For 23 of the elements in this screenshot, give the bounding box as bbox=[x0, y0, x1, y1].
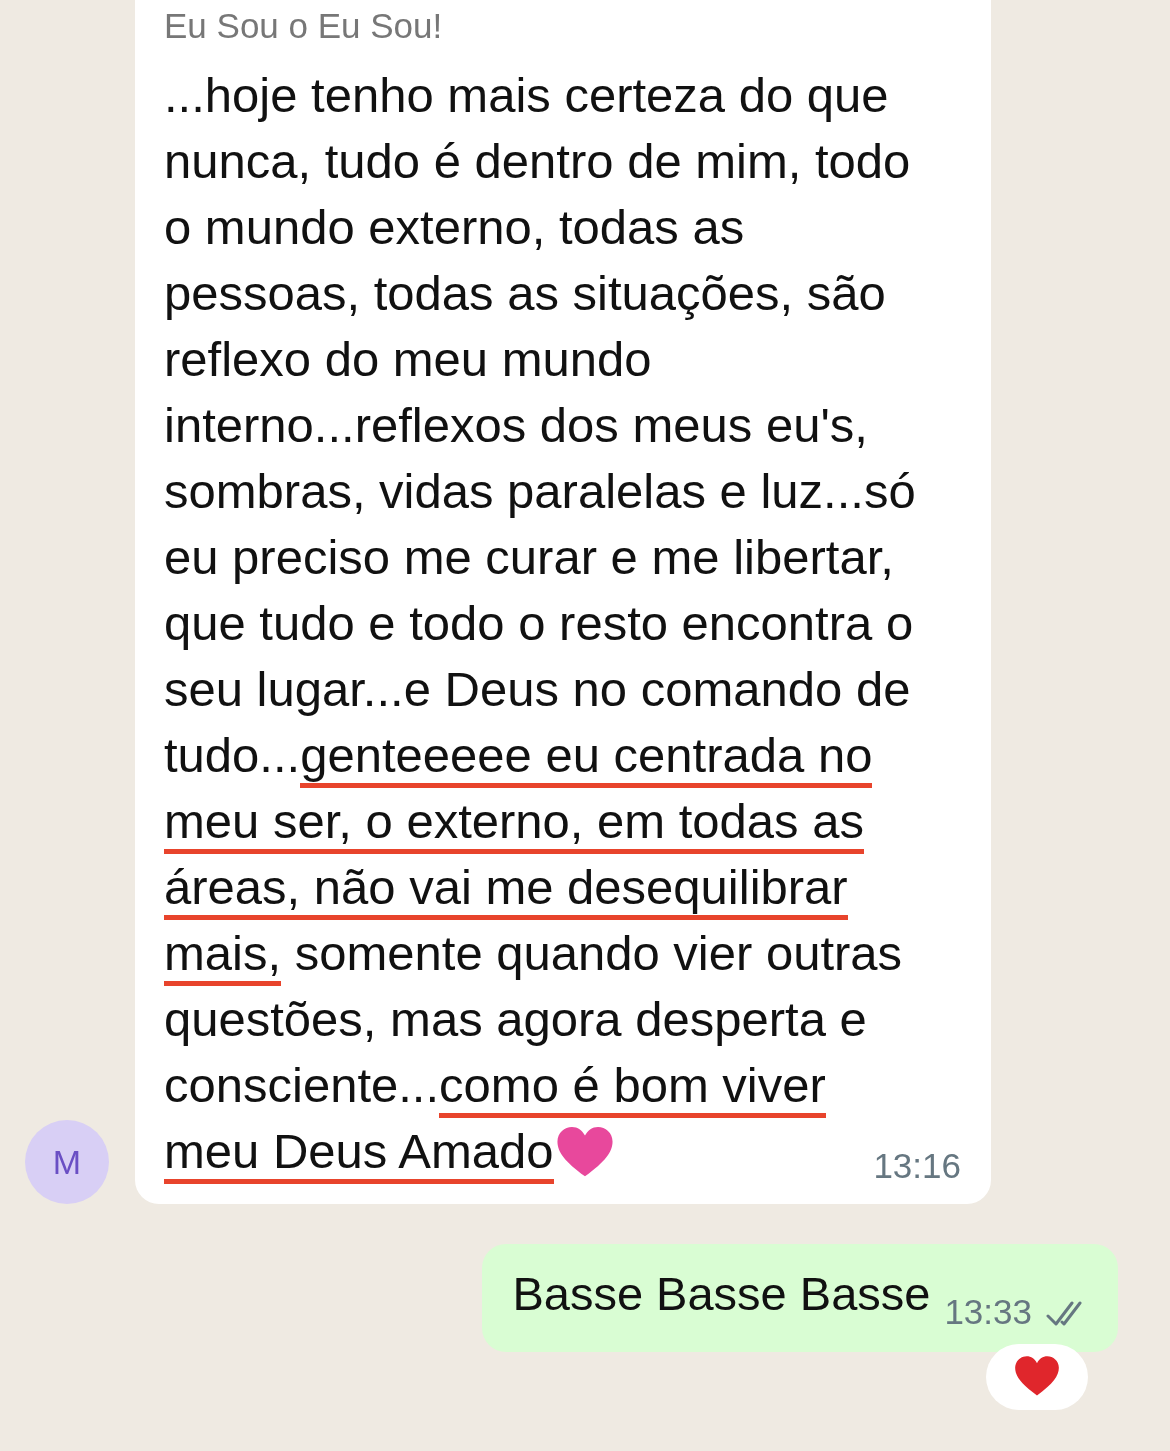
message-line: que tudo e todo o resto encontra o bbox=[164, 594, 914, 652]
message-line: ...hoje tenho mais certeza do que bbox=[164, 66, 889, 124]
message-line: tudo...genteeeee eu centrada no bbox=[164, 726, 873, 788]
message-time: 13:33 bbox=[944, 1292, 1032, 1332]
message-line: questões, mas agora desperta e bbox=[164, 990, 867, 1048]
avatar[interactable]: M bbox=[25, 1120, 109, 1204]
heart-icon bbox=[1014, 1356, 1060, 1398]
message-line: seu lugar...e Deus no comando de bbox=[164, 660, 911, 718]
message-line: o mundo externo, todas as bbox=[164, 198, 745, 256]
message-line: meu ser, o externo, em todas as bbox=[164, 792, 864, 854]
message-line: consciente...como é bom viver bbox=[164, 1056, 826, 1118]
message-line: eu preciso me curar e me libertar, bbox=[164, 528, 894, 586]
message-line: nunca, tudo é dentro de mim, todo bbox=[164, 132, 911, 190]
message-line: meu Deus Amado bbox=[164, 1122, 554, 1184]
sender-name: Eu Sou o Eu Sou! bbox=[164, 6, 444, 46]
message-line: sombras, vidas paralelas e luz...só bbox=[164, 462, 916, 520]
message-line: reflexo do meu mundo bbox=[164, 330, 652, 388]
message-line: mais, somente quando vier outras bbox=[164, 924, 903, 986]
message-line: interno...reflexos dos meus eu's, bbox=[164, 396, 868, 454]
message-line: pessoas, todas as situações, são bbox=[164, 264, 886, 322]
message-line: áreas, não vai me desequilibrar bbox=[164, 858, 848, 920]
message-text: Basse Basse Basse bbox=[512, 1268, 931, 1320]
message-time: 13:16 bbox=[873, 1146, 961, 1186]
